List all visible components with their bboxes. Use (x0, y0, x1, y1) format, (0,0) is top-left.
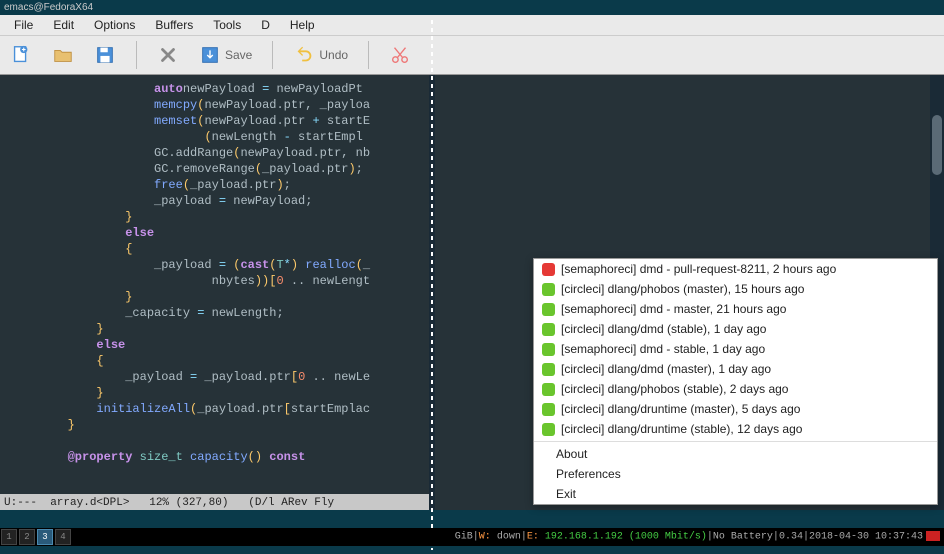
new-file-button[interactable] (10, 44, 32, 66)
folder-open-icon (52, 44, 74, 66)
ci-status-text: [circleci] dlang/phobos (master), 15 hou… (561, 282, 804, 296)
code-content: autonewPayload = newPayloadPt memcpy(new… (10, 81, 429, 465)
cut-button[interactable] (389, 44, 411, 66)
menu-edit[interactable]: Edit (43, 16, 84, 34)
menu-help[interactable]: Help (280, 16, 325, 34)
code-editor-left-pane[interactable]: autonewPayload = newPayloadPt memcpy(new… (0, 75, 429, 510)
popup-separator (534, 441, 937, 442)
status-dot-icon (542, 283, 555, 296)
menu-buffers[interactable]: Buffers (145, 16, 203, 34)
status-dot-icon (542, 383, 555, 396)
close-button[interactable] (157, 44, 179, 66)
floppy-icon (94, 44, 116, 66)
load-avg: 0.34 (779, 532, 803, 543)
status-dot-icon (542, 263, 555, 276)
status-dot-icon (542, 323, 555, 336)
ci-status-item[interactable]: [circleci] dlang/druntime (master), 5 da… (534, 399, 937, 419)
menu-options[interactable]: Options (84, 16, 145, 34)
save-file-button[interactable] (94, 44, 116, 66)
tray-popup: [semaphoreci] dmd - pull-request-8211, 2… (533, 258, 938, 505)
popup-exit[interactable]: Exit (534, 484, 937, 504)
modeline: U:--- array.d<DPL> 12% (327,80) (D/l ARe… (0, 494, 429, 510)
datetime: 2018-04-30 10:37:43 (809, 532, 923, 543)
ci-status-text: [circleci] dlang/phobos (stable), 2 days… (561, 382, 788, 396)
workspace-tab[interactable]: 1 (1, 529, 17, 545)
window-titlebar: emacs@FedoraX64 (0, 0, 944, 15)
menubar: File Edit Options Buffers Tools D Help (0, 15, 944, 35)
taskbar: 1234 GiB|W: down|E: 192.168.1.192 (1000 … (0, 528, 944, 546)
ci-status-text: [semaphoreci] dmd - pull-request-8211, 2… (561, 262, 836, 276)
undo-label: Undo (319, 48, 348, 62)
status-dot-icon (542, 343, 555, 356)
ci-status-text: [semaphoreci] dmd - stable, 1 day ago (561, 342, 765, 356)
ci-status-item[interactable]: [circleci] dlang/druntime (stable), 12 d… (534, 419, 937, 439)
workspace-switcher: 1234 (0, 528, 72, 546)
ci-status-item[interactable]: [semaphoreci] dmd - master, 21 hours ago (534, 299, 937, 319)
open-file-button[interactable] (52, 44, 74, 66)
menu-file[interactable]: File (4, 16, 43, 34)
save-label: Save (225, 48, 252, 62)
workspace-tab[interactable]: 2 (19, 529, 35, 545)
ci-status-item[interactable]: [semaphoreci] dmd - pull-request-8211, 2… (534, 259, 937, 279)
save-button[interactable]: Save (199, 44, 252, 66)
ci-status-item[interactable]: [circleci] dlang/dmd (master), 1 day ago (534, 359, 937, 379)
new-file-icon (10, 44, 32, 66)
tray-indicator-icon[interactable] (926, 531, 940, 541)
wifi-label: W: (479, 532, 497, 543)
scissors-icon (389, 44, 411, 66)
popup-preferences[interactable]: Preferences (534, 464, 937, 484)
ci-status-text: [circleci] dlang/druntime (stable), 12 d… (561, 422, 802, 436)
toolbar: Save Undo (0, 35, 944, 75)
undo-button[interactable]: Undo (293, 44, 348, 66)
status-dot-icon (542, 423, 555, 436)
workspace-tab[interactable]: 3 (37, 529, 53, 545)
ci-status-text: [circleci] dlang/dmd (master), 1 day ago (561, 362, 771, 376)
taskbar-status: GiB|W: down|E: 192.168.1.192 (1000 Mbit/… (431, 520, 944, 554)
workspace-tab[interactable]: 4 (55, 529, 71, 545)
toolbar-separator (368, 41, 369, 69)
wifi-status: down (497, 532, 521, 543)
x-icon (157, 44, 179, 66)
ci-status-text: [circleci] dlang/druntime (master), 5 da… (561, 402, 800, 416)
popup-about[interactable]: About (534, 444, 937, 464)
menu-tools[interactable]: Tools (203, 16, 251, 34)
ci-status-item[interactable]: [circleci] dlang/phobos (master), 15 hou… (534, 279, 937, 299)
ci-status-text: [circleci] dlang/dmd (stable), 1 day ago (561, 322, 766, 336)
menu-d[interactable]: D (251, 16, 280, 34)
window-title: emacs@FedoraX64 (4, 2, 93, 13)
undo-arrow-icon (293, 44, 315, 66)
status-dot-icon (542, 363, 555, 376)
toolbar-separator (136, 41, 137, 69)
ci-status-item[interactable]: [circleci] dlang/phobos (stable), 2 days… (534, 379, 937, 399)
save-icon (199, 44, 221, 66)
ci-status-item[interactable]: [semaphoreci] dmd - stable, 1 day ago (534, 339, 937, 359)
status-dot-icon (542, 403, 555, 416)
toolbar-separator (272, 41, 273, 69)
ci-status-item[interactable]: [circleci] dlang/dmd (stable), 1 day ago (534, 319, 937, 339)
battery-status: No Battery (713, 532, 773, 543)
status-dot-icon (542, 303, 555, 316)
eth-label: E: (527, 532, 545, 543)
eth-status: 192.168.1.192 (1000 Mbit/s) (545, 532, 707, 543)
mem-indicator: GiB (455, 532, 473, 543)
ci-status-text: [semaphoreci] dmd - master, 21 hours ago (561, 302, 786, 316)
scroll-thumb[interactable] (932, 115, 942, 175)
